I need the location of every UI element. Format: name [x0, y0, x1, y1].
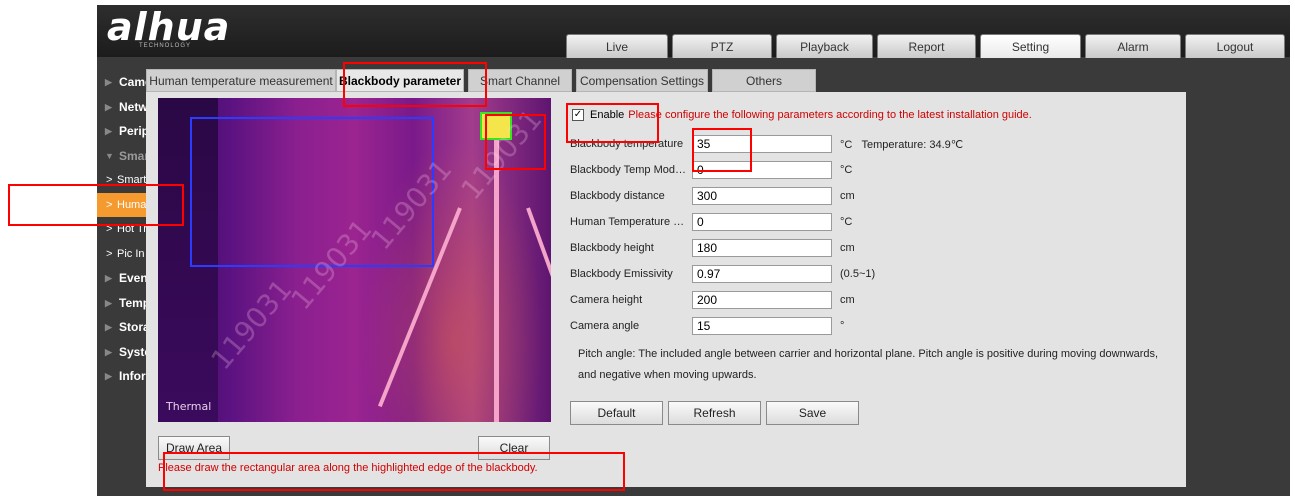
caret-right-icon: ▶ [105, 297, 112, 308]
draw-area-button[interactable]: Draw Area [158, 436, 230, 460]
blackbody-height-unit: cm [840, 242, 855, 254]
brand-logo: alhua [107, 5, 231, 49]
draw-area-warning: Please draw the rectangular area along t… [158, 462, 538, 474]
watermark-text: 119031 [204, 272, 299, 377]
blackbody-emissivity-label: Blackbody Emissivity [570, 268, 673, 280]
blackbody-distance-label: Blackbody distance [570, 190, 665, 202]
thermal-preview[interactable]: 119031 119031 119031 119031 Thermal [158, 98, 551, 422]
chevron-right-icon: > [106, 247, 113, 260]
nav-tab-setting[interactable]: Setting [980, 34, 1081, 58]
blackbody-emissivity-range: (0.5~1) [840, 268, 876, 280]
pitch-angle-note: Pitch angle: The included angle between … [578, 348, 1159, 381]
clear-button[interactable]: Clear [478, 436, 550, 460]
current-temperature: Temperature: 34.9℃ [861, 139, 964, 151]
camera-angle-unit: ° [840, 320, 845, 332]
blackbody-temp-modifier-unit: °C [840, 164, 853, 176]
caret-right-icon: ▶ [105, 322, 112, 332]
enable-checkbox[interactable]: ✓ [572, 109, 584, 122]
camera-angle-input[interactable] [692, 317, 832, 335]
blackbody-temperature-unit: °C Temperature: 34.9℃ [840, 138, 963, 151]
blackbody-height-label: Blackbody height [570, 242, 654, 254]
enable-note: Please configure the following parameter… [628, 109, 1032, 121]
human-temperature-compensation-unit: °C [840, 216, 853, 228]
tripod-leg-right [526, 207, 551, 410]
nav-tab-playback[interactable]: Playback [776, 34, 873, 58]
blackbody-temp-modifier-input[interactable] [692, 161, 832, 179]
camera-height-input[interactable] [692, 291, 832, 309]
chevron-right-icon: > [106, 223, 113, 235]
blackbody-temp-modifier-label: Blackbody Temp Modifi... [570, 164, 688, 176]
blackbody-temperature-input[interactable] [692, 135, 832, 153]
caret-right-icon: ▶ [105, 273, 112, 283]
chevron-right-icon: > [106, 174, 113, 186]
thermal-label: Thermal [166, 400, 212, 413]
blackbody-emissivity-input[interactable] [692, 265, 832, 283]
blackbody-distance-unit: cm [840, 190, 855, 202]
tab-blackbody-parameter[interactable]: Blackbody parameter [336, 69, 464, 92]
human-temperature-compensation-label: Human Temperature co... [570, 216, 688, 228]
human-temperature-compensation-input[interactable] [692, 213, 832, 231]
refresh-button[interactable]: Refresh [668, 401, 761, 425]
default-button[interactable]: Default [570, 401, 663, 425]
camera-angle-label: Camera angle [570, 320, 640, 332]
enable-label: Enable [590, 109, 625, 121]
nav-tab-report[interactable]: Report [877, 34, 976, 58]
caret-right-icon: ▶ [105, 371, 112, 381]
tab-human-temperature-measurement[interactable]: Human temperature measurement [146, 69, 336, 92]
unit-text: °C [840, 139, 853, 151]
nav-tab-live[interactable]: Live [566, 34, 668, 58]
blackbody-height-input[interactable] [692, 239, 832, 257]
tab-others[interactable]: Others [712, 69, 816, 92]
save-button[interactable]: Save [766, 401, 859, 425]
caret-right-icon: ▶ [105, 77, 112, 87]
tab-smart-channel[interactable]: Smart Channel [468, 69, 572, 92]
blackbody-distance-input[interactable] [692, 187, 832, 205]
nav-tab-logout[interactable]: Logout [1185, 34, 1285, 58]
nav-tab-ptz[interactable]: PTZ [672, 34, 772, 58]
chevron-right-icon: > [106, 198, 113, 211]
nav-tab-alarm[interactable]: Alarm [1085, 34, 1181, 58]
blackbody-temperature-label: Blackbody temperature [570, 138, 684, 150]
caret-right-icon: ▶ [105, 126, 112, 136]
enable-row: ✓ Enable Please configure the following pa… [572, 109, 1032, 122]
caret-right-icon: ▶ [105, 101, 112, 112]
caret-down-icon: ▼ [105, 150, 114, 161]
tab-compensation-settings[interactable]: Compensation Settings [576, 69, 708, 92]
camera-height-label: Camera height [570, 294, 643, 306]
brand-logo-sub: TECHNOLOGY [139, 43, 192, 49]
header-bar: alhua TECHNOLOGY Live PTZ Playback Repor… [97, 5, 1290, 58]
camera-height-unit: cm [840, 294, 855, 306]
caret-right-icon: ▶ [105, 346, 112, 357]
